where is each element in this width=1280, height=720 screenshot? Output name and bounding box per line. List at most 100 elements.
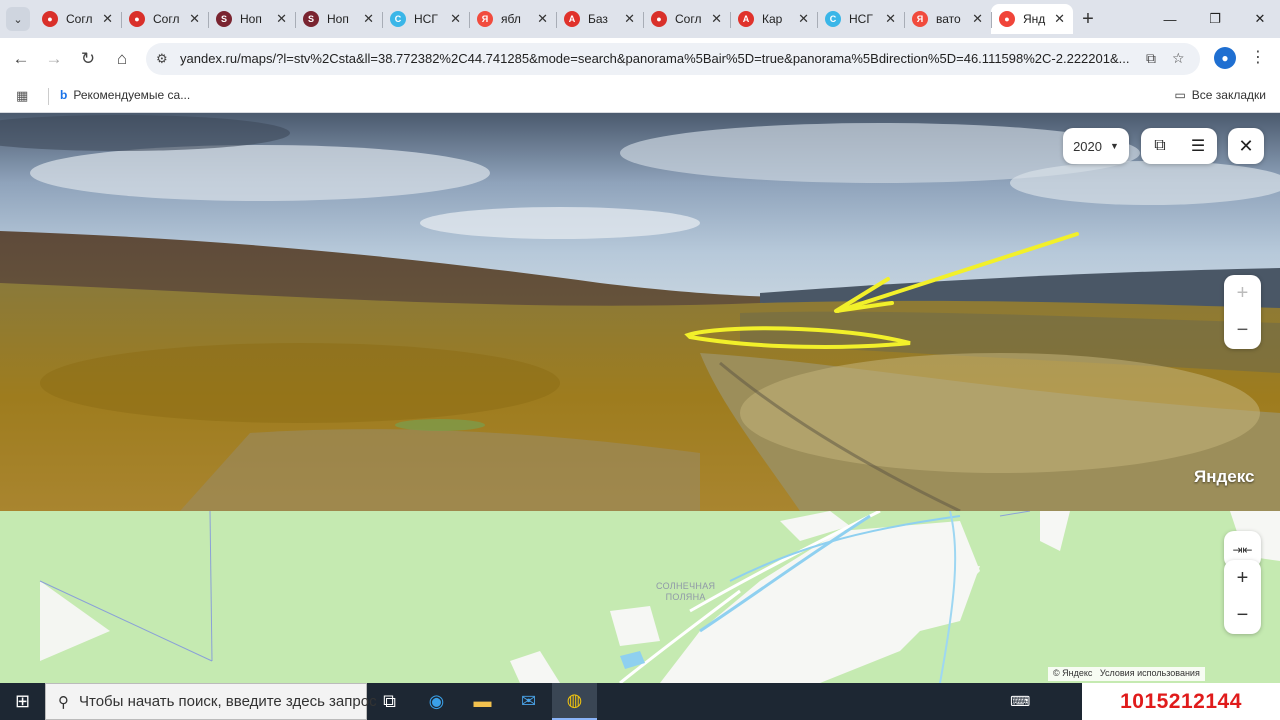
forward-icon[interactable]: → [41,46,67,72]
tab-title: НСГ [849,12,873,26]
browser-tab[interactable]: ● Согл ✕ [121,4,208,34]
back-icon[interactable]: ← [8,46,34,72]
tab-favicon-icon: ● [999,11,1015,27]
tab-title: Согл [153,12,180,26]
tab-favicon-icon: Я [477,11,493,27]
keyboard-tray-icon[interactable]: ⌨ [1010,693,1030,710]
year-value: 2020 [1073,138,1102,154]
tab-title: НСГ [414,12,438,26]
chevron-down-icon: ▼ [1110,141,1119,151]
tab-title: Ноп [327,12,349,26]
tab-favicon-icon: Я [912,11,928,27]
edge-icon[interactable]: ◉ [414,683,459,720]
tab-favicon-icon: A [738,11,754,27]
search-icon: ⚲ [58,693,69,711]
bookmarks-divider [48,88,49,105]
browser-tab[interactable]: C НСГ ✕ [382,4,469,34]
yandex-watermark: Яндекс [1194,467,1255,486]
browser-tab[interactable]: ● Согл ✕ [34,4,121,34]
bookmark-star-icon[interactable]: ☆ [1172,50,1185,67]
tab-title: Кар [762,12,783,26]
place-label-line2: ПОЛЯНА [665,592,706,602]
mail-icon[interactable]: ✉ [506,683,551,720]
tab-close-icon[interactable]: ✕ [624,12,635,26]
file-explorer-icon[interactable]: ▬ [460,683,505,720]
map-canvas [39,511,1280,683]
map-zoom-in-icon[interactable]: + [1224,560,1261,597]
map-copyright: © Яндекс Условия использования [1048,667,1205,681]
taskbar-search[interactable]: ⚲ Чтобы начать поиск, введите здесь запр… [45,683,377,720]
tab-favicon-icon: S [303,11,319,27]
window-close-icon[interactable]: ✕ [1238,0,1280,38]
panorama-zoom-in-icon[interactable]: + [1224,275,1261,312]
maximize-icon[interactable]: ❐ [1193,0,1237,38]
close-panorama-icon[interactable]: ✕ [1228,128,1264,164]
browser-tab[interactable]: S Ноп ✕ [208,4,295,34]
site-settings-icon[interactable]: ⚙ [156,51,168,67]
menu-kebab-icon[interactable]: ⋮ [1250,47,1266,67]
tab-close-icon[interactable]: ✕ [537,12,548,26]
install-app-icon[interactable]: ⧉ [1146,50,1156,67]
tab-favicon-icon: A [564,11,580,27]
tab-close-icon[interactable]: ✕ [972,12,983,26]
tab-close-icon[interactable]: ✕ [711,12,722,26]
new-tab-icon[interactable]: + [1073,4,1103,34]
open-external-icon[interactable]: ⧉ [1141,128,1179,164]
minimize-icon[interactable]: — [1148,0,1192,38]
browser-tab[interactable]: A Баз ✕ [556,4,643,34]
tab-favicon-icon: ● [651,11,667,27]
bookmark-recommended[interactable]: b Рекомендуемые са... [60,88,190,102]
address-bar[interactable]: ⚙ yandex.ru/maps/?l=stv%2Csta&ll=38.7723… [146,43,1200,75]
profile-avatar-icon[interactable]: ● [1214,47,1236,69]
tab-title: Ноп [240,12,262,26]
home-icon[interactable]: ⌂ [109,46,135,72]
tab-search-icon[interactable]: ⌄ [6,7,30,31]
windows-start-icon[interactable]: ⊞ [0,683,45,720]
url-text[interactable]: yandex.ru/maps/?l=stv%2Csta&ll=38.772382… [180,51,1140,66]
tab-close-icon[interactable]: ✕ [102,12,113,26]
tab-close-icon[interactable]: ✕ [450,12,461,26]
browser-tab[interactable]: C НСГ ✕ [817,4,904,34]
terms-link[interactable]: Условия использования [1100,668,1200,678]
browser-tab[interactable]: ● Янд ✕ [991,4,1073,34]
browser-tab[interactable]: Явато ✕ [904,4,991,34]
tab-favicon-icon: ● [129,11,145,27]
tab-favicon-icon: C [825,11,841,27]
tab-title: вато [936,12,961,26]
panorama-zoom: + − [1224,275,1261,349]
year-selector[interactable]: 2020 ▼ [1063,128,1129,164]
map-view[interactable]: СОЛНЕЧНАЯ ПОЛЯНА ⇥⇤ + − © Яндекс Условия… [0,511,1280,683]
tab-title: Янд [1023,12,1046,26]
tab-title: Согл [66,12,93,26]
place-label-line1: СОЛНЕЧНАЯ [656,581,716,591]
screen: ⌄ ● Согл ✕ ● Согл ✕ S Ноп ✕ S Ноп ✕ C НСГ ✕ Яябл ✕ A Баз ✕ ●… [0,0,1280,720]
browser-toolbar: ← → ↻ ⌂ ⚙ yandex.ru/maps/?l=stv%2Csta&ll… [0,38,1280,80]
tab-title: Баз [588,12,608,26]
reload-icon[interactable]: ↻ [75,46,101,72]
tab-close-icon[interactable]: ✕ [363,12,374,26]
map-zoom-out-icon[interactable]: − [1224,597,1261,634]
apps-grid-icon[interactable]: ▦ [16,88,28,104]
browser-tab[interactable]: S Ноп ✕ [295,4,382,34]
copyright-text: © Яндекс [1053,668,1093,678]
tab-close-icon[interactable]: ✕ [798,12,809,26]
tab-close-icon[interactable]: ✕ [885,12,896,26]
all-bookmarks[interactable]: ▭ Все закладки [1174,88,1266,102]
browser-tab[interactable]: Яябл ✕ [469,4,556,34]
browser-tab[interactable]: A Кар ✕ [730,4,817,34]
phone-number-overlay: 1015212144 [1082,683,1280,720]
chrome-icon[interactable]: ◍ [552,683,597,720]
panorama-zoom-out-icon[interactable]: − [1224,312,1261,349]
tab-close-icon[interactable]: ✕ [189,12,200,26]
task-view-icon[interactable]: ⧉ [367,683,412,720]
panorama-image [0,113,1280,511]
tab-close-icon[interactable]: ✕ [276,12,287,26]
browser-tab[interactable]: ● Согл ✕ [643,4,730,34]
menu-lines-icon[interactable]: ☰ [1179,128,1217,164]
tab-title: Согл [675,12,702,26]
tab-close-icon[interactable]: ✕ [1054,12,1065,26]
panorama-actions: ⧉ ☰ [1141,128,1217,164]
bookmark-recommended-label: Рекомендуемые са... [73,88,191,102]
aerial-panorama[interactable]: 2020 ▼ ⧉ ☰ ✕ + − Яндекс [0,113,1280,511]
bookmarks-bar: ▦ b Рекомендуемые са... ▭ Все закладки [0,80,1280,113]
